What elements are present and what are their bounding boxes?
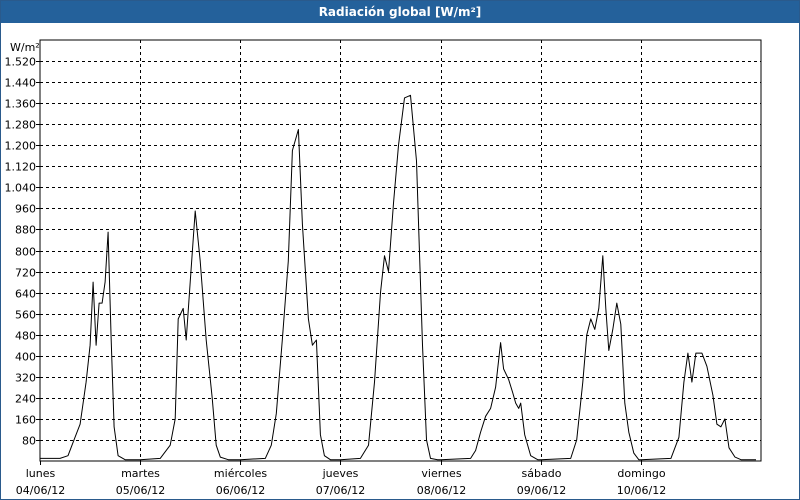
y-tick-label: 960 xyxy=(15,203,36,216)
x-tick-day: miércoles xyxy=(214,467,267,480)
y-tick-label: 1.040 xyxy=(5,182,37,195)
radiation-chart: 80 160 240 320 400 480 560 640 720 800 880 960 1.040… xyxy=(5,39,762,497)
x-tick-day: sábado xyxy=(522,467,562,480)
x-tick-day: viernes xyxy=(421,467,461,480)
y-tick-label: 80 xyxy=(22,435,36,448)
y-tick-label: 400 xyxy=(15,351,36,364)
y-tick-label: 1.120 xyxy=(5,161,37,174)
y-tick-label: 1.360 xyxy=(5,98,37,111)
x-tick-date: 09/06/12 xyxy=(517,484,566,497)
x-tick-date: 06/06/12 xyxy=(216,484,265,497)
y-tick-label: 1.280 xyxy=(5,119,37,132)
y-tick-label: 1.520 xyxy=(5,56,37,69)
x-tick-date: 10/06/12 xyxy=(617,484,666,497)
x-tick-date: 08/06/12 xyxy=(417,484,466,497)
x-tick-day: jueves xyxy=(322,467,359,480)
y-tick-label: 160 xyxy=(15,414,36,427)
y-axis-label: W/m² xyxy=(10,41,40,54)
y-tick-label: 320 xyxy=(15,372,36,385)
x-tick-date: 04/06/12 xyxy=(16,484,65,497)
x-tick-day: domingo xyxy=(617,467,665,480)
y-tick-label: 240 xyxy=(15,393,36,406)
y-tick-label: 480 xyxy=(15,330,36,343)
y-tick-label: 640 xyxy=(15,288,36,301)
y-tick-label: 1.440 xyxy=(5,77,37,90)
y-tick-label: 800 xyxy=(15,246,36,259)
x-tick-date: 05/06/12 xyxy=(116,484,165,497)
y-tick-label: 880 xyxy=(15,224,36,237)
x-tick-day: lunes xyxy=(26,467,56,480)
y-tick-label: 560 xyxy=(15,309,36,322)
x-tick-date: 07/06/12 xyxy=(316,484,365,497)
x-tick-day: martes xyxy=(121,467,160,480)
y-tick-label: 1.200 xyxy=(5,140,37,153)
y-tick-label: 720 xyxy=(15,267,36,280)
